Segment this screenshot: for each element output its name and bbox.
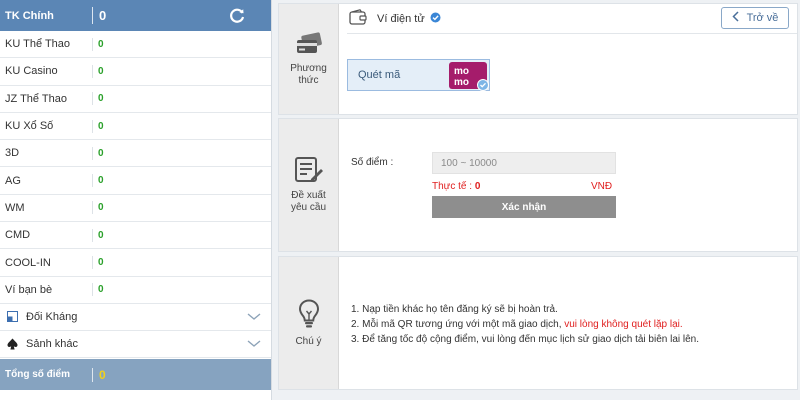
method-side: Phương thức (279, 4, 339, 114)
wallet-label: Ví bạn bè (5, 283, 53, 296)
total-points-value: 0 (99, 367, 106, 382)
wallet-row-3d[interactable]: 3D 0 (0, 140, 271, 168)
svg-text:mo: mo (454, 77, 469, 88)
wallet-row-jz-sports[interactable]: JZ Thể Thao 0 (0, 86, 271, 113)
divider (92, 283, 93, 297)
wallet-row-cool-in[interactable]: COOL-IN 0 (0, 249, 271, 277)
wallet-label: 3D (5, 147, 20, 160)
wallet-label: COOL-IN (5, 256, 51, 269)
duel-icon (6, 311, 18, 323)
form-edit-icon (294, 156, 324, 186)
spade-icon (6, 338, 18, 350)
lightbulb-icon (298, 298, 320, 332)
wallet-balance: 0 (98, 38, 104, 50)
wallet-balance: 0 (98, 93, 104, 105)
divider (92, 367, 93, 382)
notes-panel: Chú ý 1. Nạp tiền khác họ tên đăng ký sẽ… (278, 256, 798, 390)
wallet-balance: 0 (98, 202, 104, 214)
card-icon (295, 31, 323, 59)
actual-label: Thực tế : (432, 181, 473, 192)
wallet-title: Ví điện tử (377, 12, 425, 25)
collapsible-label: Sảnh khác (26, 337, 78, 350)
divider (92, 119, 93, 133)
scan-qr-method-card[interactable]: Quét mã mo mo (347, 59, 490, 91)
wallet-label: KU Thể Thao (5, 38, 71, 51)
total-points-bar: Tổng số điểm 0 (0, 359, 271, 390)
total-points-label: Tổng số điểm (5, 369, 70, 380)
request-panel: Đề xuất yêu cầu Số điểm : Thực tế : 0 VN… (278, 118, 798, 252)
back-button[interactable]: Trở về (721, 7, 789, 29)
divider (92, 201, 93, 215)
wallet-row-ku-sports[interactable]: KU Thể Thao 0 (0, 31, 271, 59)
divider (92, 228, 93, 242)
verified-check-icon (430, 12, 441, 26)
divider (92, 64, 93, 78)
request-side-label: Đề xuất yêu cầu (290, 189, 327, 213)
divider (92, 92, 93, 106)
back-button-label: Trở về (746, 12, 779, 24)
points-label: Số điểm : (351, 157, 394, 168)
divider (92, 174, 93, 188)
note-item: 2. Mỗi mã QR tương ứng với một mã giao d… (351, 319, 683, 330)
wallet-label: JZ Thể Thao (5, 92, 67, 105)
wallet-balance: 0 (98, 120, 104, 132)
divider (92, 7, 93, 24)
wallet-row-ku-casino[interactable]: KU Casino 0 (0, 58, 271, 86)
collapsible-label: Đối Kháng (26, 310, 78, 323)
notes-side-label: Chú ý (295, 335, 322, 347)
wallet-label: KU Casino (5, 65, 58, 78)
wallet-label: KU Xổ Số (5, 120, 54, 133)
actual-value: 0 (474, 181, 481, 192)
refresh-icon[interactable] (227, 6, 247, 26)
wallet-balance: 0 (98, 65, 104, 77)
notes-side: Chú ý (279, 257, 339, 389)
divider (347, 33, 797, 34)
wallet-label: AG (5, 174, 21, 187)
momo-logo: mo mo (449, 62, 489, 91)
collapsible-other-lobby[interactable]: Sảnh khác (0, 331, 271, 358)
svg-text:mo: mo (454, 66, 469, 77)
confirm-button[interactable]: Xác nhận (432, 196, 616, 218)
wallet-label: CMD (5, 229, 31, 242)
sidebar: TK Chính 0 KU Thể Thao 0 KU Casino 0 JZ … (0, 0, 272, 400)
main-account-header: TK Chính 0 (0, 0, 271, 31)
divider (92, 256, 93, 270)
wallet-row-cmd[interactable]: CMD 0 (0, 222, 271, 250)
chevron-down-icon[interactable] (247, 312, 261, 324)
wallet-balance: 0 (98, 257, 104, 269)
main-account-balance: 0 (99, 8, 107, 23)
warning-text: vui lòng không quét lặp lại. (564, 319, 683, 330)
wallet-row-friends[interactable]: Ví bạn bè 0 (0, 277, 271, 304)
wallet-icon (349, 9, 367, 28)
note-item: 3. Để tăng tốc độ cộng điểm, vui lòng đế… (351, 334, 700, 345)
collapsible-duel[interactable]: Đối Kháng (0, 304, 271, 331)
actual-amount: Thực tế : 0 (432, 181, 480, 192)
wallet-row-ag[interactable]: AG 0 (0, 167, 271, 195)
selected-check-icon (477, 79, 489, 91)
chevron-down-icon[interactable] (247, 339, 261, 351)
wallet-label: WM (5, 201, 25, 214)
wallet-header: Ví điện tử (349, 9, 441, 28)
method-card-label: Quét mã (358, 69, 401, 81)
wallet-balance: 0 (98, 175, 104, 187)
divider (92, 37, 93, 51)
method-side-label: Phương thức (290, 62, 327, 86)
currency-label: VNĐ (591, 181, 613, 192)
notes-list: 1. Nạp tiền khác họ tên đăng ký sẽ bị ho… (351, 302, 699, 347)
wallet-balance: 0 (98, 147, 104, 159)
main-account-label: TK Chính (5, 9, 54, 22)
wallet-row-wm[interactable]: WM 0 (0, 195, 271, 223)
wallet-balance: 0 (98, 229, 104, 241)
chevron-left-icon (732, 11, 739, 25)
note-item: 1. Nạp tiền khác họ tên đăng ký sẽ bị ho… (351, 304, 558, 315)
wallet-row-ku-lottery[interactable]: KU Xổ Số 0 (0, 113, 271, 141)
method-panel: Phương thức Ví điện tử Trở về Quét mã mo… (278, 3, 798, 115)
request-side: Đề xuất yêu cầu (279, 119, 339, 251)
points-input[interactable] (432, 152, 616, 174)
wallet-balance: 0 (98, 284, 104, 296)
divider (92, 146, 93, 160)
